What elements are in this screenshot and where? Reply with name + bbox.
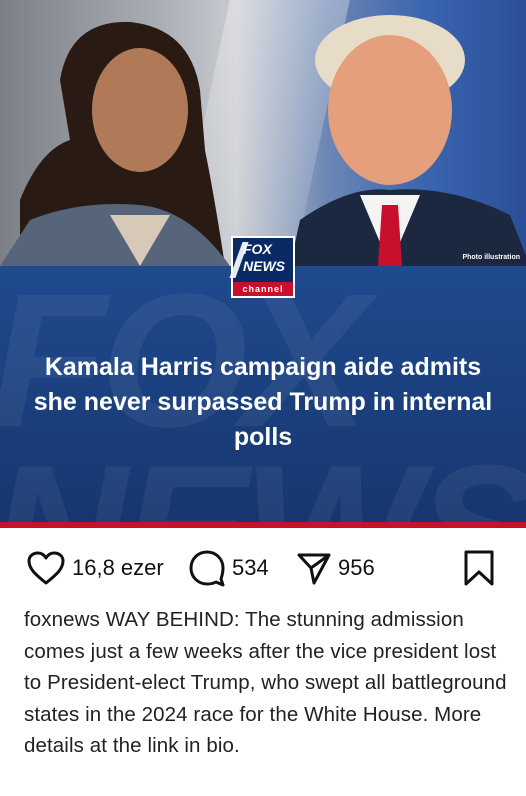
headline-panel: FOX NEWS Kamala Harris campaign aide adm… — [0, 266, 526, 522]
logo-channel: channel — [233, 282, 293, 296]
save-button[interactable] — [462, 546, 496, 590]
username[interactable]: foxnews — [24, 608, 100, 631]
photo-illustration: Photo illustration — [0, 0, 526, 266]
action-bar: 16,8 ezer 534 956 — [0, 546, 526, 590]
photo-caption: Photo illustration — [462, 254, 520, 261]
like-count[interactable]: 16,8 ezer — [72, 555, 164, 581]
like-button[interactable]: 16,8 ezer — [26, 546, 164, 590]
right-person-photo — [290, 15, 526, 266]
logo-fox: FOX — [243, 241, 272, 257]
post-image[interactable]: Photo illustration FOX NEWS Kamala Harri… — [0, 0, 526, 528]
instagram-post: Photo illustration FOX NEWS Kamala Harri… — [0, 0, 526, 796]
comment-icon[interactable] — [188, 549, 226, 587]
headline: Kamala Harris campaign aide admits she n… — [33, 353, 493, 451]
comment-count[interactable]: 534 — [232, 555, 269, 581]
share-button[interactable]: 956 — [296, 546, 375, 590]
red-divider — [0, 522, 526, 528]
watermark-line-2: NEWS — [0, 437, 526, 522]
bookmark-icon[interactable] — [462, 549, 496, 587]
share-count[interactable]: 956 — [338, 555, 375, 581]
post-caption: foxnews WAY BEHIND: The stunning admissi… — [24, 604, 512, 762]
logo-news: NEWS — [243, 258, 285, 274]
left-person-photo — [0, 21, 230, 266]
share-icon[interactable] — [296, 550, 332, 586]
comment-button[interactable]: 534 — [188, 546, 269, 590]
fox-news-logo: FOX NEWS channel — [229, 236, 295, 298]
heart-icon[interactable] — [26, 550, 66, 586]
